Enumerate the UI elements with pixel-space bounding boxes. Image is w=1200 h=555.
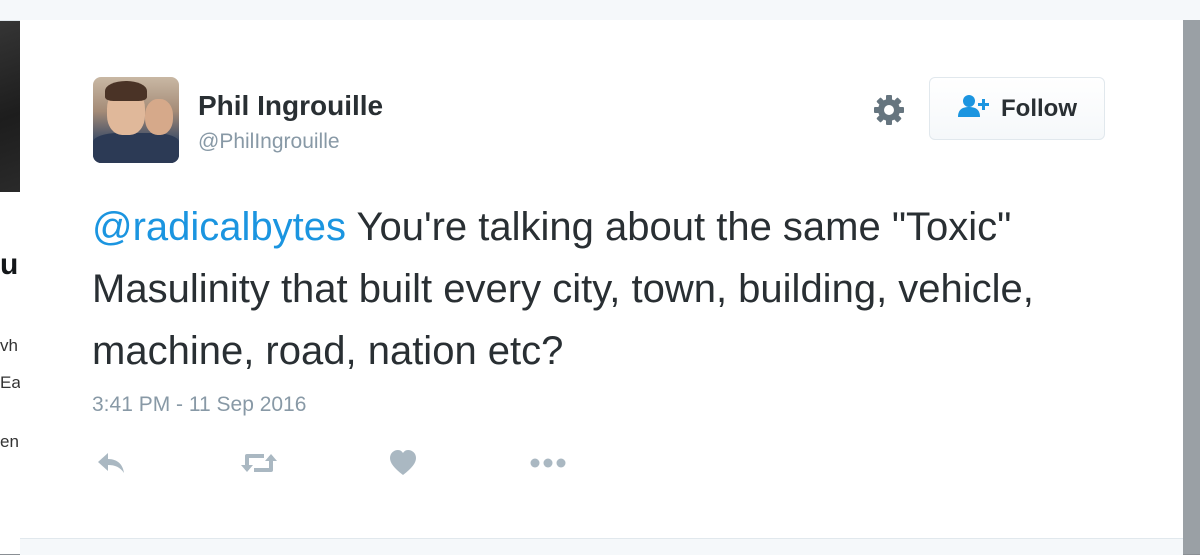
- modal-overlay: [1183, 20, 1200, 554]
- background-heading: u: [0, 248, 19, 281]
- author-handle[interactable]: @PhilIngrouille: [198, 130, 340, 154]
- more-icon[interactable]: [529, 448, 567, 478]
- modal-top-edge: [0, 0, 1200, 21]
- background-line: vh: [0, 336, 18, 355]
- background-line: Ea: [0, 373, 21, 392]
- background-line: en: [0, 432, 19, 451]
- tweet-text: @radicalbytes You're talking about the s…: [92, 196, 1052, 382]
- mention-link[interactable]: @radicalbytes: [92, 205, 346, 249]
- author-name[interactable]: Phil Ingrouille: [198, 90, 383, 122]
- gear-icon[interactable]: [872, 93, 906, 127]
- heart-icon[interactable]: [388, 448, 418, 478]
- reply-icon[interactable]: [96, 448, 126, 478]
- follow-label: Follow: [1001, 94, 1077, 122]
- tweet-timestamp[interactable]: 3:41 PM - 11 Sep 2016: [92, 393, 306, 417]
- retweet-icon[interactable]: [240, 448, 278, 478]
- add-user-icon: [957, 94, 991, 123]
- avatar[interactable]: [93, 77, 179, 163]
- background-page: u vh Ea en: [0, 0, 22, 554]
- modal-bottom-edge: [20, 538, 1183, 555]
- background-photo: [0, 0, 22, 192]
- follow-button[interactable]: Follow: [929, 77, 1105, 140]
